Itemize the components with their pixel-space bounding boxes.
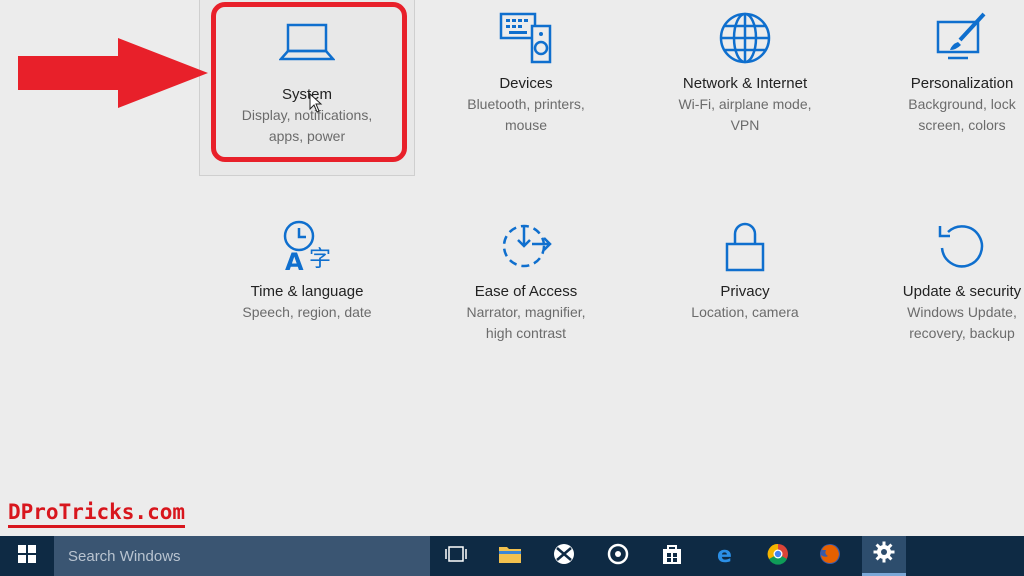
watermark: DProTricks.com [8,500,186,528]
tile-description: Background, lock screen, colors [908,96,1016,133]
tile-description: Bluetooth, printers, mouse [467,96,585,133]
lock-icon [637,218,853,274]
tile-ease-of-access[interactable]: Ease of Access Narrator, magnifier, high … [418,218,634,344]
search-box[interactable] [54,536,430,576]
tile-title: Network & Internet [682,75,808,92]
xbox-icon [553,543,575,570]
chrome-button[interactable] [756,536,800,576]
groove-music-button[interactable] [596,536,640,576]
svg-text:字: 字 [309,247,331,272]
search-input[interactable] [66,546,410,566]
start-button[interactable] [0,536,54,576]
tile-privacy[interactable]: Privacy Location, camera [637,218,853,323]
firefox-button[interactable] [808,536,852,576]
svg-text:e: e [717,543,732,565]
settings-button[interactable] [862,536,906,576]
red-arrow-icon [18,38,208,113]
tile-title: Update & security [902,283,1022,300]
mouse-cursor-icon [309,92,323,118]
file-explorer-button[interactable] [488,536,532,576]
groove-music-icon [607,543,629,570]
tile-description: Wi-Fi, airplane mode, VPN [678,96,812,133]
settings-home: System Display, notifications, apps, powe… [0,0,1024,536]
tile-description: Location, camera [691,304,799,320]
edge-button[interactable]: e [704,536,748,576]
store-button[interactable] [650,536,694,576]
task-view-button[interactable] [434,536,478,576]
personalization-icon [854,10,1024,66]
firefox-icon [818,542,842,571]
globe-icon [637,10,853,66]
tile-update-security[interactable]: Update & security Windows Update, recover… [854,218,1024,344]
tile-network-internet[interactable]: Network & Internet Wi-Fi, airplane mode,… [637,10,853,136]
svg-text:A: A [285,248,304,274]
tile-time-language[interactable]: A字 Time & language Speech, region, date [199,218,415,323]
tile-title: Time & language [250,283,364,300]
tile-description: Windows Update, recovery, backup [907,304,1017,341]
update-icon [854,218,1024,274]
tile-devices[interactable]: Devices Bluetooth, printers, mouse [418,10,634,136]
time-language-icon: A字 [199,218,415,274]
devices-icon [418,10,634,66]
ease-of-access-icon [418,218,634,274]
task-view-icon [445,545,467,567]
tile-description: Narrator, magnifier, high contrast [466,304,586,341]
highlight-outline [211,2,407,162]
tile-description: Speech, region, date [242,304,372,320]
store-icon [661,543,683,570]
tile-title: Ease of Access [474,283,578,300]
chrome-icon [767,543,789,570]
file-explorer-icon [498,544,522,569]
windows-start-icon [18,544,36,568]
tile-title: Privacy [720,283,770,300]
tile-title: Devices [499,75,553,92]
tile-personalization[interactable]: Personalization Background, lock screen, … [854,10,1024,136]
settings-gear-icon [873,541,895,568]
xbox-button[interactable] [542,536,586,576]
taskbar: e [0,536,1024,576]
edge-icon: e [715,543,737,570]
tile-title: Personalization [910,75,1014,92]
